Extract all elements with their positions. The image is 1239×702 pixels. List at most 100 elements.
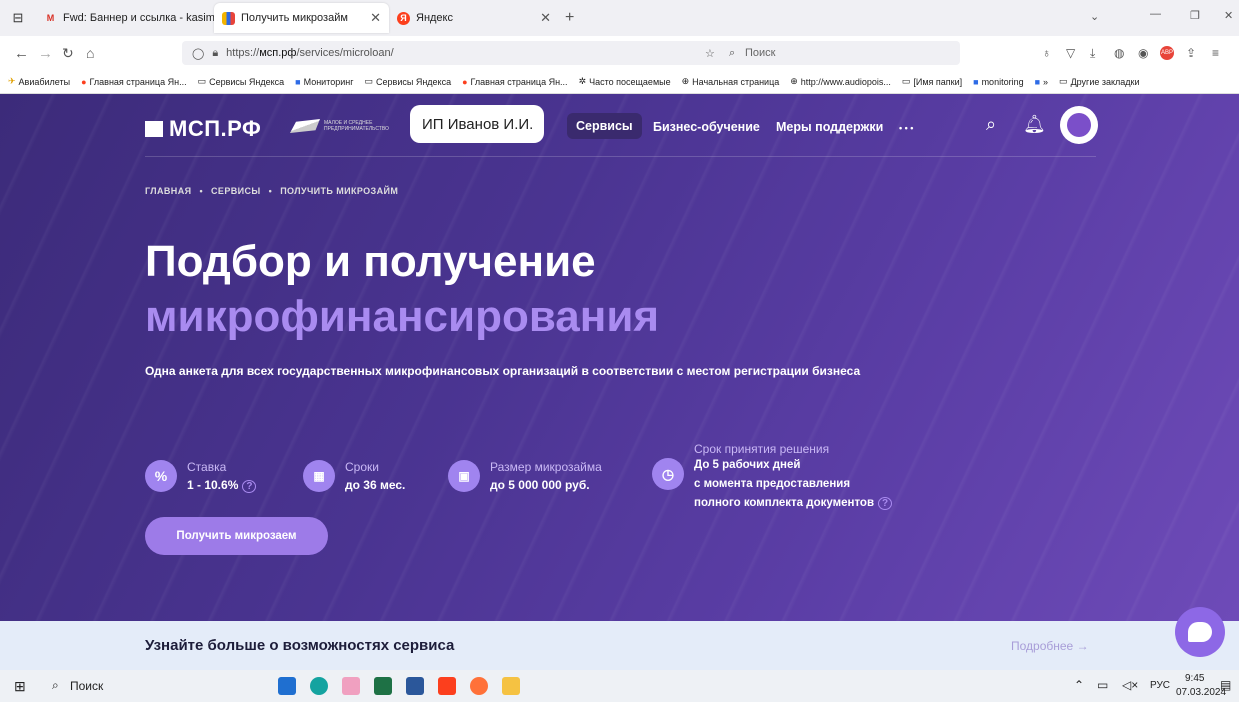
feature-label: Размер микрозайма <box>490 460 602 474</box>
folder-icon: ▭ <box>901 76 911 86</box>
notification-bell-icon[interactable]: 🔔︎ <box>1023 114 1046 135</box>
search-icon: ⌕ <box>729 46 736 59</box>
bookmark-item[interactable]: ▭ Сервисы Яндекса <box>198 76 285 87</box>
bookmark-item[interactable]: ✈ Авиабилеты <box>8 76 70 87</box>
bookmark-item[interactable]: ■ Мониторинг <box>295 77 353 87</box>
excel-icon[interactable] <box>374 677 392 695</box>
window-close-icon[interactable]: ✕ <box>1224 9 1233 22</box>
bookmark-item[interactable]: ▭ [Имя папки] <box>902 76 962 87</box>
feature-value: до 5 000 000 руб. <box>490 478 590 492</box>
share-icon[interactable]: ⇪ <box>1186 46 1196 60</box>
user-name-badge[interactable]: ИП Иванов И.И. <box>410 105 544 143</box>
breadcrumb-home[interactable]: ГЛАВНАЯ <box>145 186 191 196</box>
help-icon[interactable]: ? <box>878 497 893 510</box>
chat-bubble-icon <box>1188 622 1212 642</box>
account-icon[interactable]: ◉ <box>1138 46 1148 60</box>
firefox-icon[interactable] <box>470 677 488 695</box>
clock-time[interactable]: 9:45 <box>1185 673 1204 684</box>
nav-support-measures[interactable]: Меры поддержки <box>776 120 883 134</box>
bookmarks-bar: ✈ Авиабилеты ● Главная страница Ян... ▭ Сер… <box>0 70 1239 94</box>
feature-label: Сроки <box>345 460 379 474</box>
search-icon[interactable]: ⌕ <box>986 114 996 135</box>
tab-overflow-icon[interactable]: ⌄ <box>1090 10 1099 23</box>
folder-icon: ▭ <box>364 76 374 86</box>
feature-value: до 36 мес. <box>345 478 406 492</box>
download-icon[interactable]: ⤓ <box>1090 46 1095 61</box>
close-icon[interactable]: ✕ <box>370 10 381 26</box>
paint-icon[interactable] <box>342 677 360 695</box>
pocket-icon[interactable]: ♁ <box>1042 46 1051 60</box>
star-icon[interactable]: ☆ <box>705 47 715 60</box>
nav-business-training[interactable]: Бизнес-обучение <box>653 120 760 134</box>
back-icon[interactable]: ← <box>14 45 29 62</box>
clock-date[interactable]: 07.03.2024 <box>1176 687 1226 698</box>
feature-label: Срок принятия решения <box>694 442 830 456</box>
feature-value: 1 - 10.6%? <box>187 478 257 493</box>
windows-start-icon[interactable]: ⊞ <box>14 678 26 695</box>
user-icon <box>1067 113 1091 137</box>
help-icon[interactable]: ? <box>242 480 257 493</box>
bookmark-item[interactable]: ⊕ Начальная страница <box>682 76 780 87</box>
volume-icon[interactable]: ◁× <box>1122 678 1138 692</box>
tab-label: Fwd: Баннер и ссылка - kasim <box>63 12 214 24</box>
windows-taskbar: ⊞ ⌕ Поиск ⌃ ▭ ◁× РУС 9:45 07.03.2024 ▤ <box>0 670 1239 702</box>
bookmark-item[interactable]: ▭ Сервисы Яндекса <box>365 76 452 87</box>
get-microloan-button[interactable]: Получить микрозаем <box>145 517 328 555</box>
minimize-icon[interactable]: — <box>1150 8 1161 20</box>
bookmark-item[interactable]: ● Главная страница Ян... <box>462 77 567 87</box>
close-icon[interactable]: ✕ <box>540 10 551 26</box>
header-divider <box>145 156 1096 157</box>
reload-icon[interactable]: ↻ <box>62 45 74 62</box>
shield-toolbar-icon[interactable]: ▽ <box>1066 46 1075 60</box>
yandex-browser-icon[interactable] <box>438 677 456 695</box>
bookmark-item[interactable]: ■ monitoring <box>973 77 1023 87</box>
tab-yandex[interactable]: Я Яндекс ✕ <box>389 3 559 33</box>
taskbar-search[interactable]: Поиск <box>70 679 103 693</box>
chat-button[interactable] <box>1175 607 1225 657</box>
tray-chevron-icon[interactable]: ⌃ <box>1074 678 1084 692</box>
edge-icon[interactable] <box>310 677 328 695</box>
search-input[interactable]: Поиск <box>745 47 775 59</box>
logo-mark-icon <box>145 121 163 137</box>
adblock-icon[interactable]: ABP <box>1160 46 1174 60</box>
nav-more[interactable]: • • • <box>899 123 913 133</box>
tab-gmail[interactable]: M Fwd: Баннер и ссылка - kasim ✕ <box>36 3 214 33</box>
site-logo[interactable]: МСП.РФ <box>145 116 261 142</box>
learn-more-bar: Узнайте больше о возможностях сервиса По… <box>0 621 1239 670</box>
restore-icon[interactable]: ❐ <box>1190 9 1200 22</box>
msp-bars-icon <box>222 11 235 25</box>
breadcrumb-current: ПОЛУЧИТЬ МИКРОЗАЙМ <box>280 186 399 196</box>
explorer-icon[interactable] <box>502 677 520 695</box>
learn-more-link[interactable]: Подробнее → <box>1011 639 1089 653</box>
home-icon[interactable]: ⌂ <box>86 45 94 61</box>
language-indicator[interactable]: РУС <box>1150 680 1170 691</box>
bookmark-overflow[interactable]: ■ » <box>1035 77 1048 87</box>
extension-icon[interactable]: ◍ <box>1114 46 1124 60</box>
flag-icon <box>290 119 320 133</box>
breadcrumb-separator: • <box>268 186 273 196</box>
feature-amount: ▣ Размер микрозайма до 5 000 000 руб. <box>448 460 602 492</box>
breadcrumb-services[interactable]: СЕРВИСЫ <box>211 186 261 196</box>
tab-list-icon[interactable]: ⊟ <box>0 10 36 26</box>
notifications-icon[interactable]: ▤ <box>1220 678 1231 692</box>
avatar[interactable] <box>1060 106 1098 144</box>
monitor-icon: ■ <box>295 76 301 87</box>
tab-microloan[interactable]: Получить микрозайм ✕ <box>214 3 389 33</box>
feature-decision-time: ◷ Срок принятия решения До 5 рабочих дне… <box>652 442 893 513</box>
mail-icon[interactable] <box>278 677 296 695</box>
menu-icon[interactable]: ≡ <box>1212 46 1219 60</box>
word-icon[interactable] <box>406 677 424 695</box>
nav-services[interactable]: Сервисы <box>567 113 642 139</box>
bookmark-item[interactable]: ⊕ http://www.audiopois... <box>790 76 891 87</box>
browser-nav-bar: ← → ↻ ⌂ ◯ 🔒︎ https://мсп.рф/services/mic… <box>0 36 1239 70</box>
network-icon[interactable]: ▭ <box>1097 678 1108 692</box>
bookmark-item[interactable]: ● Главная страница Ян... <box>81 77 186 87</box>
lock-icon: 🔒︎ <box>212 46 219 59</box>
address-bar[interactable]: ◯ 🔒︎ https://мсп.рф/services/microloan/ … <box>182 41 960 65</box>
bookmark-item[interactable]: ✲ Часто посещаемые <box>579 76 671 87</box>
breadcrumb-separator: • <box>199 186 204 196</box>
new-tab-icon[interactable]: + <box>565 9 574 27</box>
forward-icon[interactable]: → <box>38 45 53 62</box>
page-title: Подбор и получение <box>145 237 596 286</box>
bookmark-folder-other[interactable]: ▭ Другие закладки <box>1059 76 1139 87</box>
